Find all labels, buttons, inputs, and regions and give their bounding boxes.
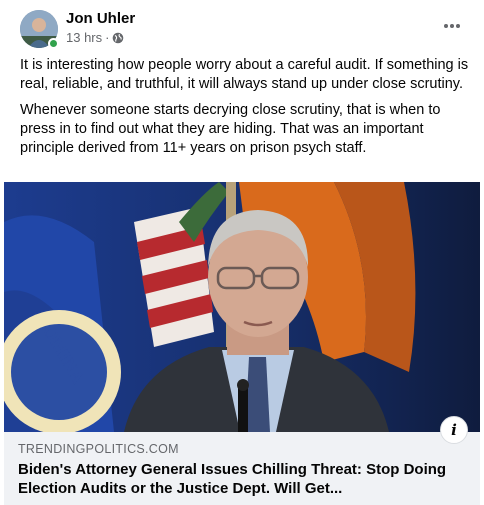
post-header: Jon Uhler 13 hrs · bbox=[4, 8, 480, 50]
more-options-button[interactable] bbox=[440, 14, 464, 38]
link-preview[interactable]: i TRENDINGPOLITICS.COM Biden's Attorney … bbox=[4, 416, 480, 505]
post-paragraph: It is interesting how people worry about… bbox=[20, 57, 469, 92]
author-avatar-wrap[interactable] bbox=[20, 10, 59, 49]
news-photo: OMINA bbox=[4, 182, 480, 432]
link-domain: TRENDINGPOLITICS.COM bbox=[18, 442, 179, 456]
author-name[interactable]: Jon Uhler bbox=[66, 10, 135, 27]
link-preview-image[interactable]: OMINA bbox=[4, 182, 480, 432]
globe-icon[interactable] bbox=[112, 32, 124, 44]
facebook-post: Jon Uhler 13 hrs · It is interesting how… bbox=[4, 0, 480, 505]
link-headline[interactable]: Biden's Attorney General Issues Chilling… bbox=[18, 460, 458, 498]
more-horizontal-icon bbox=[444, 24, 460, 28]
post-timestamp[interactable]: 13 hrs bbox=[66, 30, 102, 45]
online-status-indicator bbox=[48, 38, 59, 49]
info-button[interactable]: i bbox=[440, 416, 468, 444]
meta-separator: · bbox=[105, 30, 110, 45]
post-paragraph: Whenever someone starts decrying close s… bbox=[20, 102, 441, 156]
post-meta: 13 hrs · bbox=[66, 30, 124, 45]
post-body: It is interesting how people worry about… bbox=[20, 56, 472, 165]
